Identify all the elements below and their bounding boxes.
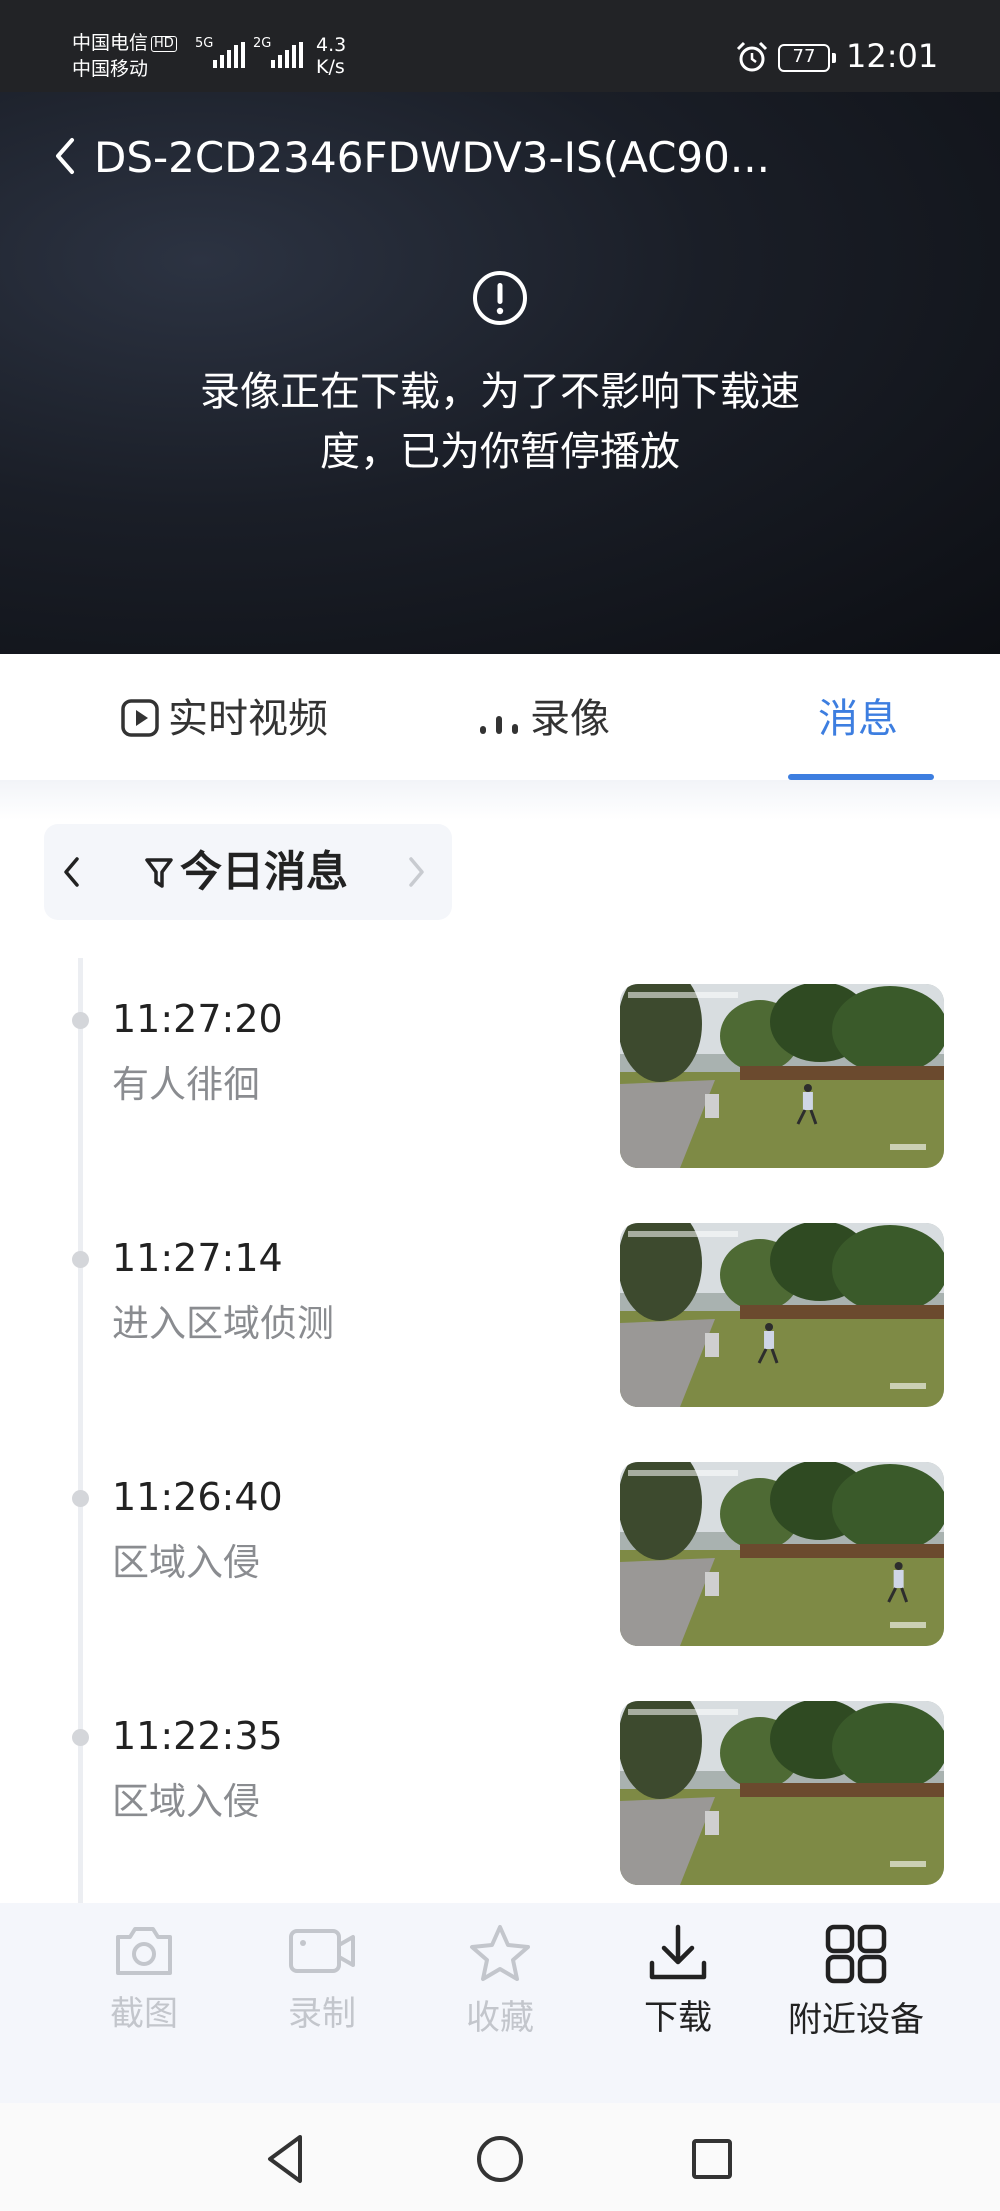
- clock: 12:01: [846, 37, 939, 75]
- message-item[interactable]: 11:27:20 有人徘徊: [0, 978, 1000, 1168]
- download-icon: [649, 1924, 707, 1980]
- bottom-toolbar: 截图 录制 收藏 下载 附近设备: [0, 1903, 1000, 2103]
- message-event: 区域入侵: [112, 1541, 260, 1584]
- message-item[interactable]: 11:27:14 进入区域侦测: [0, 1217, 1000, 1407]
- network-speed: 4.3 K/s: [316, 34, 347, 78]
- nav-back-icon[interactable]: [256, 2129, 316, 2189]
- tab-recording[interactable]: 录像: [478, 694, 610, 744]
- play-square-icon: [121, 699, 159, 737]
- hd-badge: HD: [151, 36, 177, 52]
- timeline-dot: [72, 1729, 89, 1746]
- download-notice: 录像正在下载，为了不影响下载速 度，已为你暂停播放: [200, 369, 800, 475]
- star-icon: [470, 1925, 530, 1981]
- message-event: 区域入侵: [112, 1780, 260, 1823]
- download-button[interactable]: 下载: [588, 1923, 768, 2039]
- video-camera-icon: [289, 1929, 355, 1973]
- nav-recents-icon[interactable]: [682, 2129, 742, 2189]
- message-event: 有人徘徊: [112, 1063, 260, 1106]
- message-list: 今日消息 11:27:20 有人徘徊 11:27:14 进入区域侦测 11:26:40 区…: [0, 780, 1000, 1903]
- message-time: 11:22:35: [112, 1714, 283, 1758]
- battery-indicator: 77: [778, 44, 836, 72]
- tab-bar: 实时视频 录像 消息: [0, 654, 1000, 780]
- chevron-left-icon[interactable]: [62, 854, 82, 890]
- message-time: 11:26:40: [112, 1475, 283, 1519]
- nav-home-icon[interactable]: [470, 2129, 530, 2189]
- tab-messages[interactable]: 消息: [818, 694, 898, 744]
- timeline-dot: [72, 1012, 89, 1029]
- system-nav-bar: [0, 2103, 1000, 2211]
- message-time: 11:27:14: [112, 1236, 283, 1280]
- tab-live-video[interactable]: 实时视频: [120, 694, 328, 744]
- message-event: 进入区域侦测: [112, 1302, 334, 1345]
- bars-loading-icon: [480, 716, 518, 734]
- date-filter: 今日消息: [44, 824, 452, 920]
- message-item[interactable]: 11:22:35 区域入侵: [0, 1695, 1000, 1885]
- filter-icon: [145, 858, 173, 888]
- snapshot-thumbnail[interactable]: [620, 1223, 944, 1407]
- alarm-icon: [736, 41, 768, 72]
- record-button[interactable]: 录制: [232, 1923, 412, 2035]
- device-title: DS-2CD2346FDWDV3-IS(AC90...: [94, 133, 770, 182]
- carrier-1: 中国电信: [72, 32, 149, 54]
- warning-icon: [473, 271, 527, 325]
- message-item[interactable]: 11:26:40 区域入侵: [0, 1456, 1000, 1646]
- video-player[interactable]: DS-2CD2346FDWDV3-IS(AC90... 录像正在下载，为了不影响…: [0, 92, 1000, 654]
- carrier-info: 中国电信 HD 中国移动: [72, 30, 177, 82]
- snapshot-thumbnail[interactable]: [620, 984, 944, 1168]
- timeline-dot: [72, 1490, 89, 1507]
- grid-icon: [825, 1924, 887, 1984]
- screenshot-button[interactable]: 截图: [54, 1923, 234, 2035]
- status-bar: 中国电信 HD 中国移动 5G 2G 4.3 K/s 77 12:01: [0, 0, 1000, 92]
- snapshot-thumbnail[interactable]: [620, 1701, 944, 1885]
- favorite-button[interactable]: 收藏: [410, 1923, 590, 2039]
- chevron-right-icon[interactable]: [406, 854, 426, 890]
- back-arrow-icon[interactable]: [50, 136, 80, 176]
- snapshot-thumbnail[interactable]: [620, 1462, 944, 1646]
- camera-icon: [116, 1927, 172, 1975]
- filter-button[interactable]: 今日消息: [144, 846, 348, 898]
- message-time: 11:27:20: [112, 997, 283, 1041]
- nearby-devices-button[interactable]: 附近设备: [766, 1923, 946, 2041]
- carrier-2: 中国移动: [72, 58, 149, 80]
- timeline-dot: [72, 1251, 89, 1268]
